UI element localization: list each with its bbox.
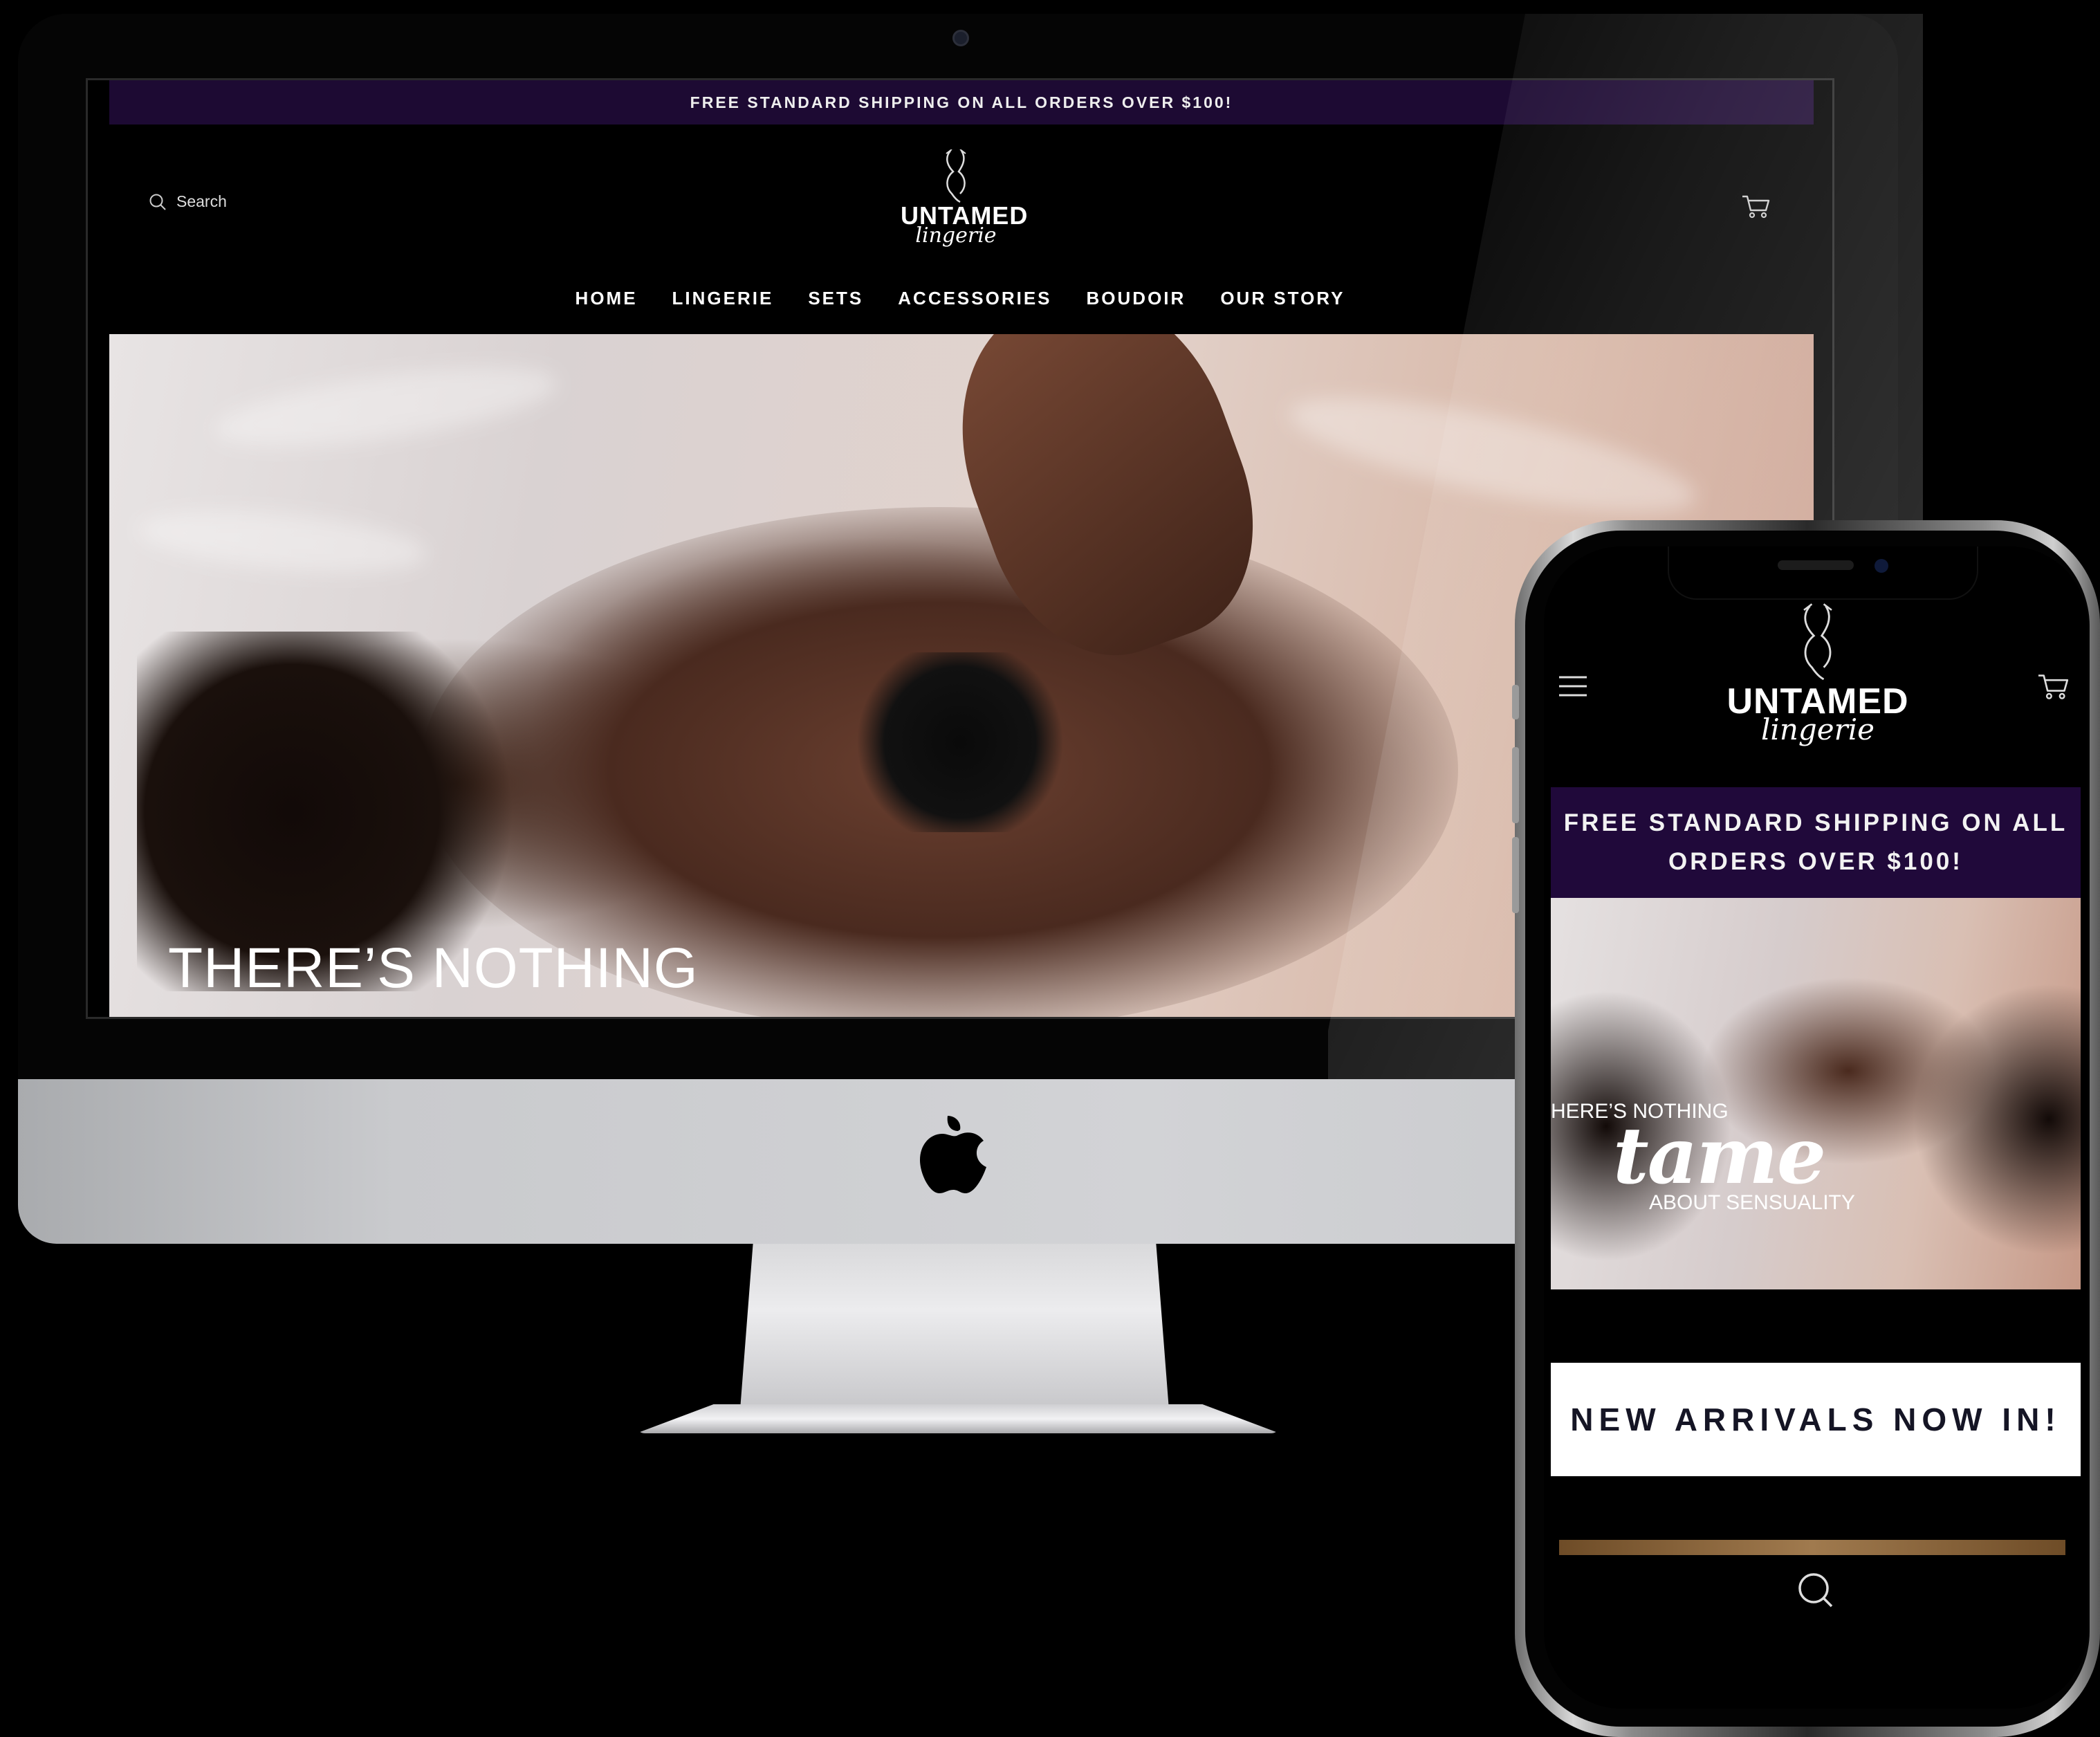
nav-home[interactable]: HOME [575,288,638,309]
search-button[interactable]: Search [149,192,227,211]
nav-accessories[interactable]: ACCESSORIES [898,288,1051,309]
logo-script: lingerie [915,223,997,248]
hero-lace-detail [856,652,1064,832]
mobile-hero-line2: tame [1613,1111,1826,1202]
imac-camera [952,30,969,46]
logo-figure-icon [946,149,966,203]
mobile-promo-banner: FREE STANDARD SHIPPING ON ALL ORDERS OVE… [1551,787,2081,898]
phone-silent-switch [1512,685,1519,719]
phone-volume-up [1512,747,1519,823]
site-logo[interactable]: UNTAMED lingerie [901,149,1027,260]
mobile-hero-image[interactable]: HERE’S NOTHING tame ABOUT SENSUALITY [1551,898,2081,1289]
nav-our-story[interactable]: OUR STORY [1220,288,1345,309]
main-nav: HOME LINGERIE SETS ACCESSORIES BOUDOIR O… [88,288,1832,309]
hamburger-menu-icon[interactable] [1558,674,1588,698]
mobile-hero-line3: ABOUT SENSUALITY [1649,1191,1855,1214]
new-arrivals-banner[interactable]: NEW ARRIVALS NOW IN! [1551,1363,2081,1476]
promo-banner: FREE STANDARD SHIPPING ON ALL ORDERS OVE… [109,80,1814,125]
mobile-logo[interactable]: UNTAMED lingerie [1721,602,1915,768]
imac-stand-neck [740,1244,1169,1410]
search-icon[interactable] [1794,1569,1836,1610]
imac-stand-foot [636,1404,1280,1433]
phone-camera [1875,559,1888,573]
phone-volume-down [1512,837,1519,913]
search-icon [149,194,166,210]
apple-logo [920,1116,986,1193]
mobile-screen: UNTAMED lingerie FREE STANDARD SHIPPING … [1544,546,2088,1709]
nav-boudoir[interactable]: BOUDOIR [1087,288,1186,309]
nav-lingerie[interactable]: LINGERIE [672,288,774,309]
phone-speaker [1778,560,1854,570]
nav-sets[interactable]: SETS [808,288,863,309]
hero-headline: THERE’S NOTHING [168,937,699,1000]
mobile-logo-script: lingerie [1760,713,1875,746]
phone-notch [1668,546,1978,600]
product-image-strip [1559,1540,2065,1555]
logo-figure-icon [1803,603,1832,681]
cart-icon[interactable] [2036,671,2071,701]
cart-icon[interactable] [1741,192,1771,220]
search-label: Search [176,192,227,210]
